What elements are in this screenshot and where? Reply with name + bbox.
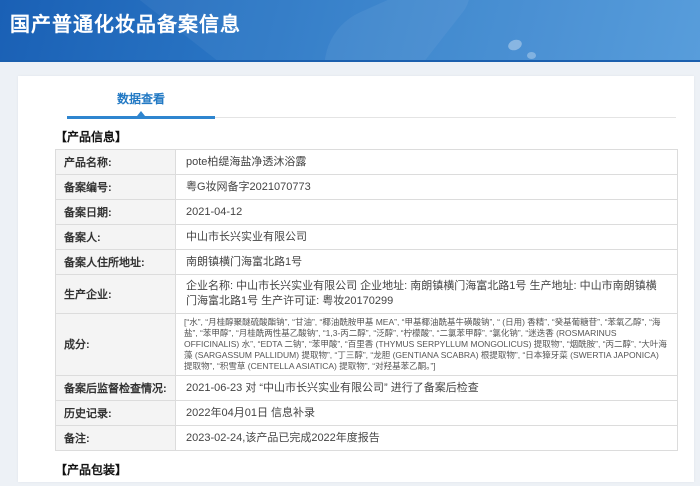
table-row: 生产企业: 企业名称: 中山市长兴实业有限公司 企业地址: 南朗镇横门海富北路1… — [55, 274, 678, 314]
tab-data-view[interactable]: 数据查看 — [67, 88, 215, 119]
page-header-banner: 国产普通化妆品备案信息 — [0, 0, 700, 62]
section-packaging: 【产品包装】 产品包装平面图 【预览】 产品包装立体图 【预览】 内置说明书 【… — [55, 461, 678, 486]
tab-data-view-label: 数据查看 — [116, 92, 165, 106]
section-product-info-title: 【产品信息】 — [55, 130, 128, 144]
field-label: 历史记录: — [55, 399, 176, 426]
content-card: 数据查看 【产品信息】 产品名称: pote柏缇海盐净透沐浴露 备案编号: 粤G… — [18, 76, 694, 482]
field-label: 备案编号: — [55, 174, 176, 200]
table-row: 历史记录: 2022年04月01日 信息补录 — [55, 399, 678, 426]
field-label: 备注: — [55, 424, 176, 451]
field-label: 产品名称: — [55, 149, 176, 175]
field-value-ingredients: [“水”, “月桂醇聚醚硫酸酯钠”, “甘油”, “椰油酰胺甲基 MEA”, “… — [175, 312, 678, 376]
table-row: 备案人: 中山市长兴实业有限公司 — [55, 224, 678, 250]
table-row: 备案人住所地址: 南朗镇横门海富北路1号 — [55, 249, 678, 275]
field-value-remark: 2023-02-24,该产品已完成2022年度报告 — [175, 424, 678, 451]
field-value-filing-date: 2021-04-12 — [175, 199, 678, 225]
table-row: 备案编号: 粤G妆网备字2021070773 — [55, 174, 678, 200]
field-value-post-filing-inspection: 2021-06-23 对 “中山市长兴实业有限公司” 进行了备案后检查 — [175, 374, 678, 401]
field-label: 备案人住所地址: — [55, 249, 176, 275]
field-label: 备案人: — [55, 224, 176, 250]
tab-bar: 数据查看 — [67, 88, 676, 119]
table-row: 备注: 2023-02-24,该产品已完成2022年度报告 — [55, 424, 678, 451]
banner-decor-shape — [305, 0, 700, 60]
table-row: 备案后监督检查情况: 2021-06-23 对 “中山市长兴实业有限公司” 进行… — [55, 374, 678, 401]
field-value-history: 2022年04月01日 信息补录 — [175, 399, 678, 426]
tab-active-underline — [67, 116, 215, 119]
section-product-info: 【产品信息】 产品名称: pote柏缇海盐净透沐浴露 备案编号: 粤G妆网备字2… — [55, 128, 678, 451]
field-label: 备案日期: — [55, 199, 176, 225]
field-label: 备案后监督检查情况: — [55, 374, 176, 401]
field-value-filer-address: 南朗镇横门海富北路1号 — [175, 249, 678, 275]
banner-decor-dot — [527, 52, 536, 59]
table-row: 成分: [“水”, “月桂醇聚醚硫酸酯钠”, “甘油”, “椰油酰胺甲基 MEA… — [55, 312, 678, 376]
field-value-filer: 中山市长兴实业有限公司 — [175, 224, 678, 250]
field-label: 成分: — [55, 312, 176, 376]
field-value-manufacturer: 企业名称: 中山市长兴实业有限公司 企业地址: 南朗镇横门海富北路1号 生产地址… — [175, 274, 678, 314]
field-value-product-name: pote柏缇海盐净透沐浴露 — [175, 149, 678, 175]
table-row: 备案日期: 2021-04-12 — [55, 199, 678, 225]
section-packaging-title: 【产品包装】 — [55, 462, 128, 477]
field-value-filing-number: 粤G妆网备字2021070773 — [175, 174, 678, 200]
field-label: 生产企业: — [55, 274, 176, 314]
product-info-table: 产品名称: pote柏缇海盐净透沐浴露 备案编号: 粤G妆网备字20210707… — [55, 149, 678, 451]
page-title: 国产普通化妆品备案信息 — [10, 14, 241, 36]
table-row: 产品名称: pote柏缇海盐净透沐浴露 — [55, 149, 678, 175]
